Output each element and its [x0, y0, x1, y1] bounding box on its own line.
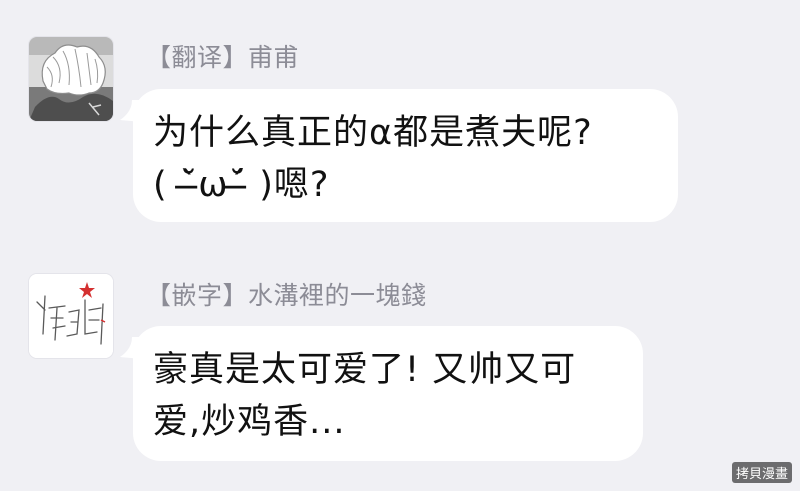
- message-bubble[interactable]: 豪真是太可爱了! 又帅又可 爱,炒鸡香...: [133, 326, 643, 461]
- watermark-label: 拷貝漫畫: [731, 462, 792, 483]
- message-text: 豪真是太可爱了! 又帅又可 爱,炒鸡香...: [153, 350, 577, 442]
- handwritten-logo-avatar-icon: [29, 274, 113, 358]
- chat-message: 【嵌字】水溝裡的一塊錢 豪真是太可爱了! 又帅又可 爱,炒鸡香...: [0, 0, 800, 491]
- sender-name: 【嵌字】水溝裡的一塊錢: [146, 281, 427, 310]
- avatar[interactable]: [29, 274, 113, 358]
